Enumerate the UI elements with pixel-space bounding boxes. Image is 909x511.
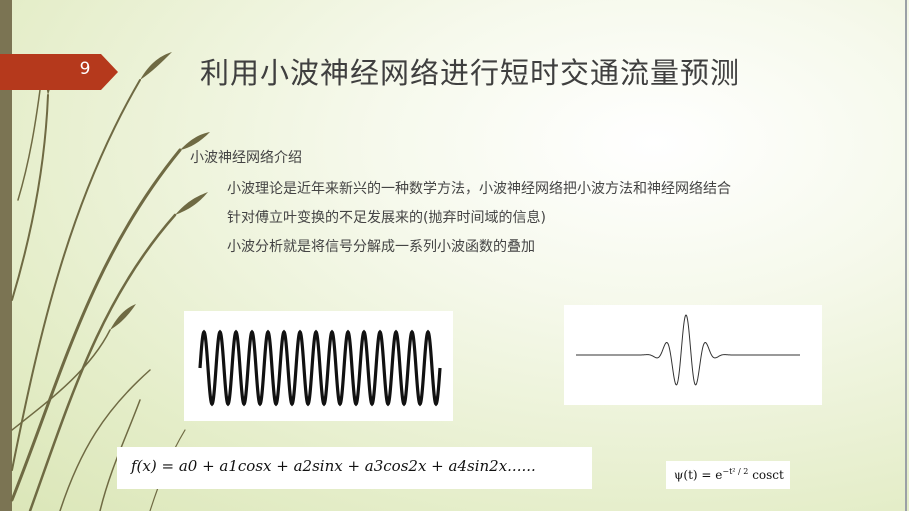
wavelet-formula-lhs: ψ(t) = e [674, 468, 723, 482]
slide-title: 利用小波神经网络进行短时交通流量预测 [200, 56, 741, 90]
sine-wave-icon [198, 329, 442, 407]
slide-number-tag [0, 54, 118, 90]
fourier-formula: f(x) = a0 + a1cosx + a2sinx + a3cos2x + … [117, 447, 592, 489]
bullet-main: 小波神经网络介绍 [190, 150, 302, 166]
slide-number: 9 [79, 59, 91, 79]
slide: 9 利用小波神经网络进行短时交通流量预测 小波神经网络介绍 小波理论是近年来新兴… [0, 0, 909, 511]
wavelet-image [564, 305, 822, 405]
sine-wave-image [184, 311, 453, 421]
bullet-sub-2: 针对傅立叶变换的不足发展来的(抛弃时间域的信息) [227, 210, 546, 226]
wavelet-formula-rhs: cosct [748, 468, 784, 482]
bullet-sub-1: 小波理论是近年来新兴的一种数学方法，小波神经网络把小波方法和神经网络结合 [227, 181, 731, 197]
wavelet-formula: ψ(t) = e−t² / 2 cosct [666, 461, 790, 489]
bullet-sub-3: 小波分析就是将信号分解成一系列小波函数的叠加 [227, 239, 535, 255]
wavelet-icon [576, 314, 800, 386]
wavelet-formula-exponent: −t² / 2 [722, 467, 749, 476]
